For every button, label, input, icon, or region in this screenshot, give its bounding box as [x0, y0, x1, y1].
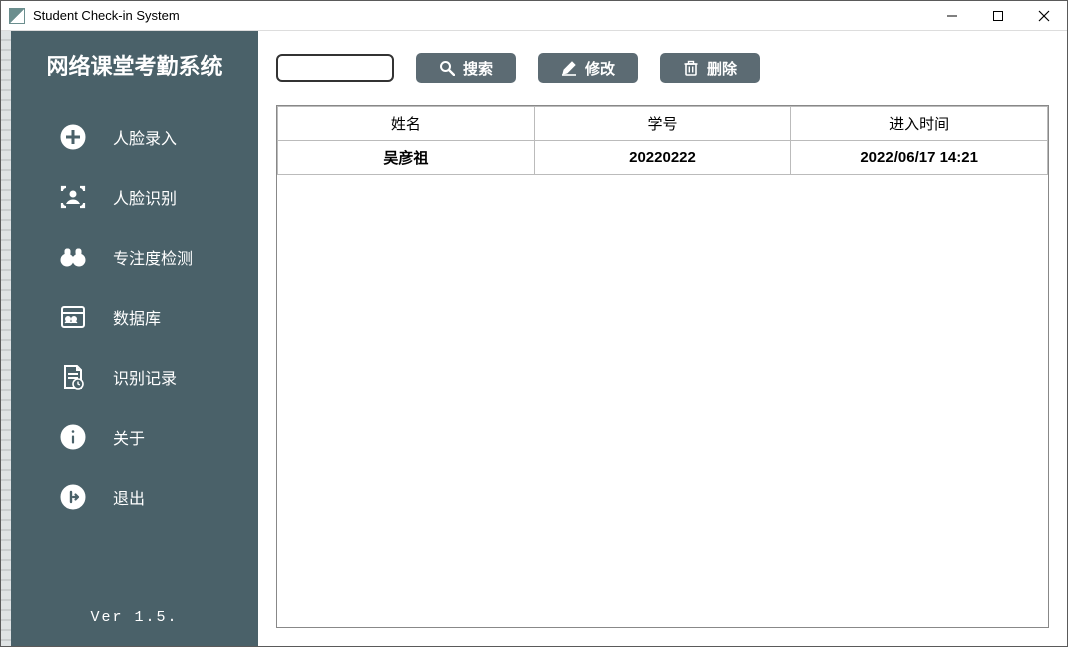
sidebar: 网络课堂考勤系统 人脸录入 人脸 [11, 31, 258, 646]
search-button[interactable]: 搜索 [416, 53, 516, 83]
minimize-icon [946, 10, 958, 22]
maximize-icon [992, 10, 1004, 22]
left-gutter [1, 31, 11, 646]
close-button[interactable] [1021, 1, 1067, 31]
sidebar-item-label: 人脸录入 [113, 125, 177, 149]
sidebar-item-label: 关于 [113, 425, 145, 449]
button-label: 搜索 [463, 58, 493, 79]
trash-icon [683, 60, 699, 76]
cell-name: 吴彦祖 [278, 141, 535, 175]
table-header-row: 姓名 学号 进入时间 [278, 107, 1048, 141]
toolbar: 搜索 修改 删除 [276, 53, 1049, 83]
column-header-id[interactable]: 学号 [534, 107, 791, 141]
table-row[interactable]: 吴彦祖 20220222 2022/06/17 14:21 [278, 141, 1048, 175]
sidebar-nav: 人脸录入 人脸识别 专注度检 [11, 107, 258, 527]
sidebar-item-exit[interactable]: 退出 [11, 467, 258, 527]
button-label: 修改 [585, 58, 615, 79]
main-panel: 搜索 修改 删除 姓名 学号 进入时间 [258, 31, 1067, 646]
face-scan-icon [59, 183, 87, 211]
app-icon [9, 8, 25, 24]
client-area: 网络课堂考勤系统 人脸录入 人脸 [1, 31, 1067, 646]
file-history-icon [59, 363, 87, 391]
sidebar-item-attention-detection[interactable]: 专注度检测 [11, 227, 258, 287]
sidebar-item-label: 数据库 [113, 305, 161, 329]
sidebar-item-label: 专注度检测 [113, 245, 193, 269]
binoculars-icon [59, 243, 87, 271]
records-table: 姓名 学号 进入时间 吴彦祖 20220222 2022/06/17 14:21 [277, 106, 1048, 175]
cell-id: 20220222 [534, 141, 791, 175]
sidebar-item-about[interactable]: 关于 [11, 407, 258, 467]
search-icon [439, 60, 455, 76]
column-header-name[interactable]: 姓名 [278, 107, 535, 141]
maximize-button[interactable] [975, 1, 1021, 31]
delete-button[interactable]: 删除 [660, 53, 760, 83]
minimize-button[interactable] [929, 1, 975, 31]
edit-icon [561, 60, 577, 76]
window-title: Student Check-in System [33, 8, 180, 23]
sidebar-item-label: 人脸识别 [113, 185, 177, 209]
logout-icon [59, 483, 87, 511]
cell-time: 2022/06/17 14:21 [791, 141, 1048, 175]
search-input[interactable] [276, 54, 394, 82]
app-title: 网络课堂考勤系统 [11, 49, 258, 81]
info-icon [59, 423, 87, 451]
sidebar-item-face-register[interactable]: 人脸录入 [11, 107, 258, 167]
plus-circle-icon [59, 123, 87, 151]
column-header-time[interactable]: 进入时间 [791, 107, 1048, 141]
button-label: 删除 [707, 58, 737, 79]
database-icon [59, 303, 87, 331]
sidebar-item-label: 退出 [113, 485, 145, 509]
records-table-container: 姓名 学号 进入时间 吴彦祖 20220222 2022/06/17 14:21 [276, 105, 1049, 628]
edit-button[interactable]: 修改 [538, 53, 638, 83]
sidebar-item-recognition-log[interactable]: 识别记录 [11, 347, 258, 407]
sidebar-item-face-recognition[interactable]: 人脸识别 [11, 167, 258, 227]
sidebar-item-database[interactable]: 数据库 [11, 287, 258, 347]
app-window: Student Check-in System 网络课堂考勤系统 人脸录入 [0, 0, 1068, 647]
close-icon [1038, 10, 1050, 22]
titlebar: Student Check-in System [1, 1, 1067, 31]
version-label: Ver 1.5. [11, 591, 258, 646]
sidebar-item-label: 识别记录 [113, 365, 177, 389]
